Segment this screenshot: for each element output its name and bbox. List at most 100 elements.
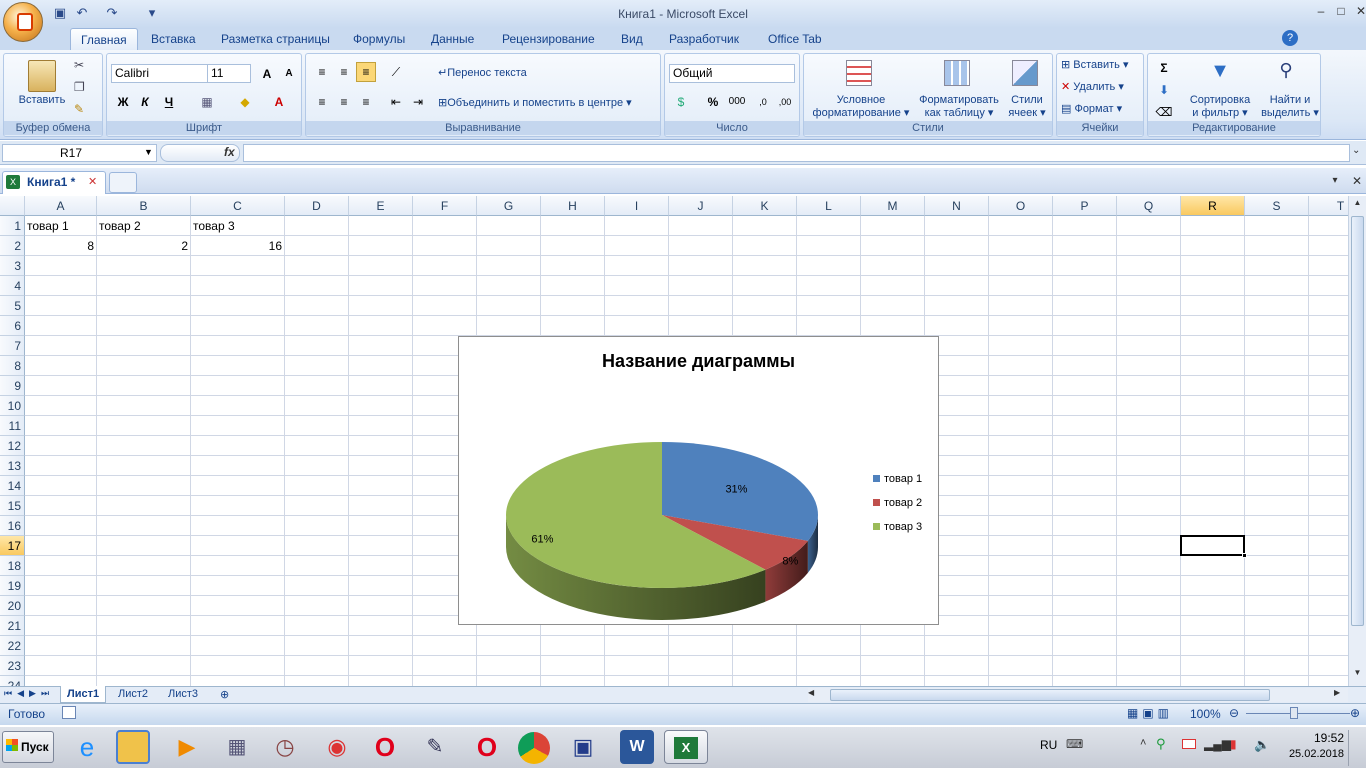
column-header-o[interactable]: O: [989, 196, 1053, 216]
orientation-icon[interactable]: ⟋: [386, 62, 406, 82]
help-icon[interactable]: ?: [1282, 30, 1298, 46]
cell-c1[interactable]: товар 3: [191, 216, 365, 236]
maximize-icon[interactable]: □: [1330, 3, 1352, 19]
column-header-e[interactable]: E: [349, 196, 413, 216]
row-header-3[interactable]: 3: [0, 256, 25, 276]
scroll-up-icon[interactable]: ▲: [1351, 198, 1364, 211]
find-icon[interactable]: ⚲: [1272, 60, 1300, 86]
row-header-1[interactable]: 1: [0, 216, 25, 236]
redo-icon[interactable]: ↷: [104, 5, 120, 21]
network-icon[interactable]: ⚲: [1156, 736, 1166, 752]
close-icon[interactable]: ✕: [1350, 3, 1366, 19]
clock-date[interactable]: 25.02.2018: [1272, 748, 1344, 760]
volume-icon[interactable]: 🔈: [1254, 737, 1270, 753]
row-header-4[interactable]: 4: [0, 276, 25, 296]
sheet-tab-2[interactable]: Лист2: [112, 686, 154, 703]
tab-view[interactable]: Вид: [611, 28, 653, 50]
merge-center-button[interactable]: ⊞ Объединить и поместить в центре ▾: [438, 96, 632, 109]
column-header-g[interactable]: G: [477, 196, 541, 216]
row-header-5[interactable]: 5: [0, 296, 25, 316]
align-middle-icon[interactable]: ≡: [334, 62, 354, 82]
wrap-text-button[interactable]: ↵ Перенос текста: [438, 66, 527, 79]
selected-cell-highlight[interactable]: [1180, 535, 1245, 556]
column-header-f[interactable]: F: [413, 196, 477, 216]
new-tab-button[interactable]: [109, 172, 137, 193]
shrink-font-icon[interactable]: A: [279, 64, 299, 84]
keyboard-icon[interactable]: ⌨: [1066, 737, 1083, 751]
percent-button[interactable]: %: [703, 92, 723, 112]
tab-insert[interactable]: Вставка: [141, 28, 206, 50]
row-header-19[interactable]: 19: [0, 576, 25, 596]
scroll-left-icon[interactable]: ◀: [808, 688, 814, 697]
column-header-i[interactable]: I: [605, 196, 669, 216]
underline-button[interactable]: Ч: [159, 92, 179, 112]
column-header-r[interactable]: R: [1181, 196, 1245, 216]
column-header-h[interactable]: H: [541, 196, 605, 216]
tab-review[interactable]: Рецензирование: [492, 28, 605, 50]
align-left-icon[interactable]: ≡: [312, 92, 332, 112]
vertical-scrollbar[interactable]: ▲ ▼: [1348, 196, 1366, 686]
sheet-nav-icon[interactable]: ⏮◀▶⏭: [4, 688, 54, 699]
autosum-icon[interactable]: Σ: [1154, 58, 1174, 78]
paste-icon[interactable]: [28, 60, 56, 92]
flag-icon[interactable]: [1182, 739, 1196, 749]
excel-taskbar-button[interactable]: X: [664, 730, 708, 764]
column-header-s[interactable]: S: [1245, 196, 1309, 216]
tab-formulas[interactable]: Формулы: [343, 28, 415, 50]
zoom-level[interactable]: 100%: [1190, 707, 1221, 721]
formula-input[interactable]: [243, 144, 1350, 162]
row-header-24[interactable]: 24: [0, 676, 25, 686]
select-all-corner[interactable]: [0, 196, 25, 216]
row-header-13[interactable]: 13: [0, 456, 25, 476]
zoom-out-icon[interactable]: ⊖: [1229, 706, 1239, 720]
clear-icon[interactable]: ⌫: [1154, 102, 1174, 122]
row-header-18[interactable]: 18: [0, 556, 25, 576]
tab-developer[interactable]: Разработчик: [659, 28, 749, 50]
row-header-8[interactable]: 8: [0, 356, 25, 376]
insert-cells-button[interactable]: ⊞ Вставить ▾: [1061, 58, 1129, 71]
currency-icon[interactable]: $: [671, 92, 691, 112]
macro-record-icon[interactable]: [62, 706, 76, 719]
increase-decimal-icon[interactable]: ,0: [753, 92, 773, 112]
font-name-field[interactable]: Calibri: [111, 64, 209, 83]
align-right-icon[interactable]: ≡: [356, 92, 376, 112]
sheet-tab-3[interactable]: Лист3: [162, 686, 204, 703]
row-header-6[interactable]: 6: [0, 316, 25, 336]
align-center-icon[interactable]: ≡: [334, 92, 354, 112]
cell-styles-button[interactable]: Стили ячеек ▾: [1004, 94, 1050, 119]
row-header-22[interactable]: 22: [0, 636, 25, 656]
zoom-slider-thumb[interactable]: [1290, 707, 1298, 719]
view-buttons-icon[interactable]: ▦▣▥: [1127, 706, 1173, 720]
save-icon[interactable]: ▣: [52, 5, 68, 21]
row-header-12[interactable]: 12: [0, 436, 25, 456]
row-header-20[interactable]: 20: [0, 596, 25, 616]
tab-office-tab[interactable]: Office Tab: [758, 28, 832, 50]
media-player-icon[interactable]: ▶: [170, 730, 204, 764]
cell-a2[interactable]: 8: [25, 236, 96, 256]
row-header-10[interactable]: 10: [0, 396, 25, 416]
format-as-table-icon[interactable]: [944, 60, 970, 86]
scroll-right-icon[interactable]: ▶: [1334, 688, 1340, 697]
column-header-c[interactable]: C: [191, 196, 285, 216]
row-header-23[interactable]: 23: [0, 656, 25, 676]
sheet-tab-1[interactable]: Лист1: [60, 686, 107, 703]
fill-handle[interactable]: [1242, 553, 1247, 558]
fill-color-icon[interactable]: ◆: [235, 92, 255, 112]
close-window-icon[interactable]: ✕: [1348, 172, 1366, 190]
opera-icon[interactable]: O: [368, 730, 402, 764]
row-header-15[interactable]: 15: [0, 496, 25, 516]
camera-app-icon[interactable]: ◉: [320, 730, 354, 764]
delete-cells-button[interactable]: ✕ Удалить ▾: [1061, 80, 1124, 93]
tab-list-icon[interactable]: ▾: [1326, 172, 1344, 190]
ie-icon[interactable]: e: [70, 730, 104, 764]
row-header-16[interactable]: 16: [0, 516, 25, 536]
paste-button[interactable]: Вставить: [10, 94, 74, 106]
column-header-n[interactable]: N: [925, 196, 989, 216]
insert-function-button[interactable]: fx: [224, 145, 235, 159]
increase-indent-icon[interactable]: ⇥: [408, 92, 428, 112]
word-icon[interactable]: W: [620, 730, 654, 764]
bold-button[interactable]: Ж: [113, 92, 133, 112]
column-header-t[interactable]: T: [1309, 196, 1348, 216]
chrome-icon[interactable]: [518, 732, 550, 764]
sort-filter-icon[interactable]: ▼: [1206, 60, 1234, 86]
